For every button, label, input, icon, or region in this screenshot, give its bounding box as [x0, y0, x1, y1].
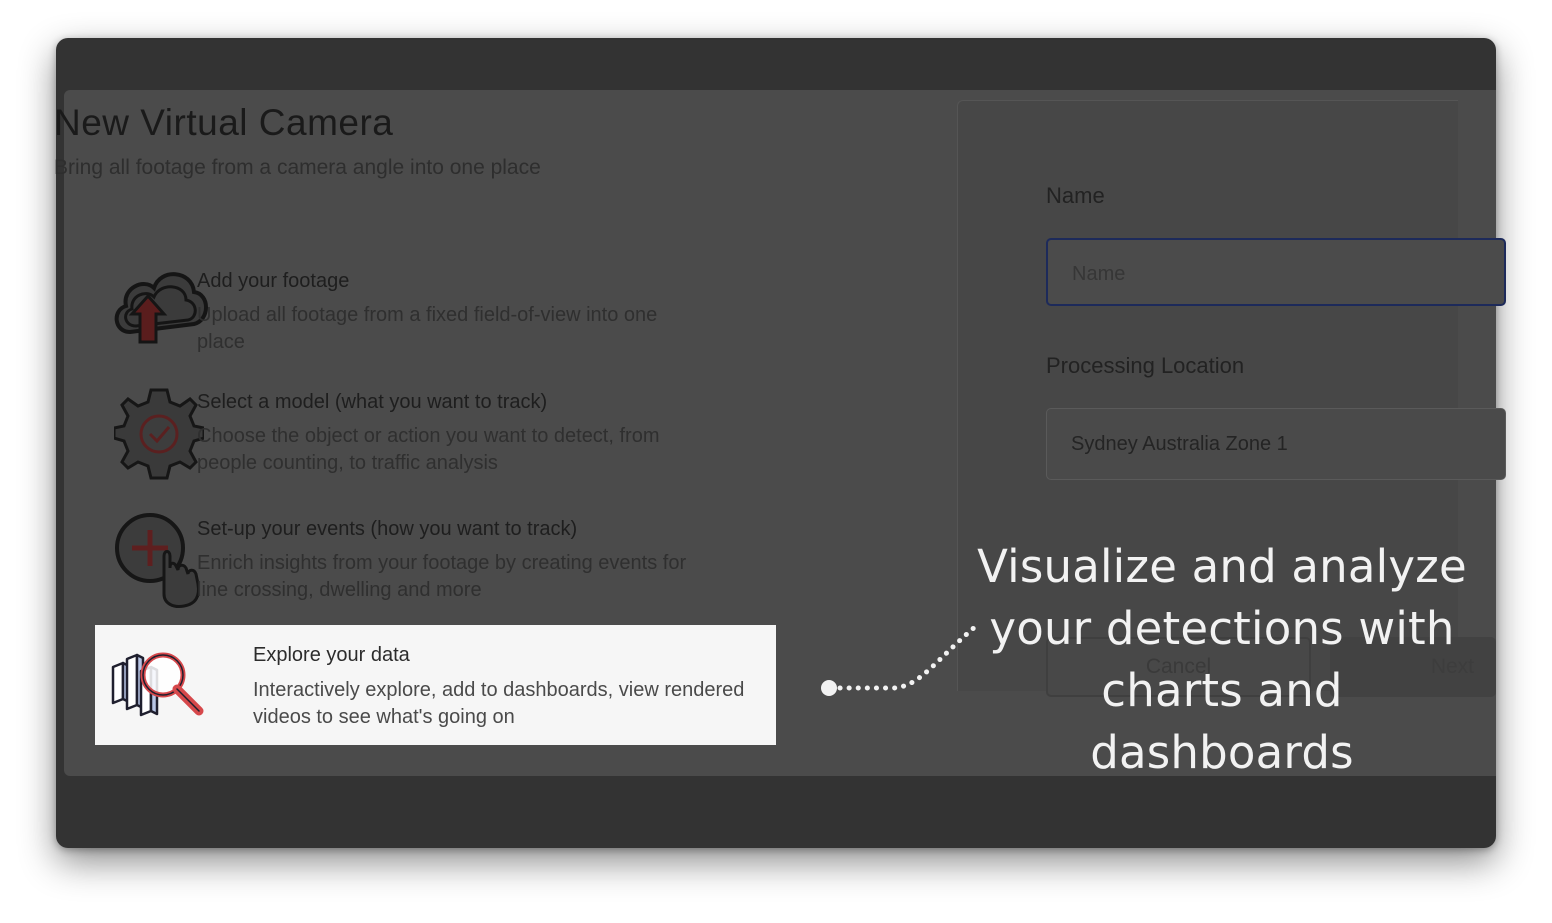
dialog-title: New Virtual Camera [54, 102, 394, 143]
callout-text: Visualize and analyze your detections wi… [968, 536, 1476, 784]
step-description: Interactively explore, add to dashboards… [253, 679, 745, 728]
name-field[interactable] [1046, 238, 1506, 306]
highlighted-step-explore: Explore your data Interactively explore,… [95, 625, 776, 745]
connector-dotted-line [837, 623, 979, 691]
step-heading: Add your footage [197, 270, 350, 292]
add-event-hand-icon [112, 512, 208, 615]
dialog-subtitle: Bring all footage from a camera angle in… [54, 156, 541, 179]
step-description: Enrich insights from your footage by cre… [197, 552, 687, 601]
explore-data-icon [109, 649, 209, 726]
callout-line: your detections with [989, 602, 1455, 655]
step-heading: Select a model (what you want to track) [197, 391, 548, 413]
processing-location-select[interactable]: Sydney Australia Zone 1 [1046, 408, 1506, 480]
step-description: Upload all footage from a fixed field-of… [197, 304, 658, 353]
connector-origin-dot [821, 680, 837, 696]
callout-line: charts and dashboards [1090, 664, 1354, 779]
callout-connector [821, 623, 979, 696]
step-heading: Set-up your events (how you want to trac… [197, 518, 578, 540]
step-description: Choose the object or action you want to … [197, 425, 660, 474]
gear-check-icon [112, 386, 206, 487]
callout-line: Visualize and analyze [977, 540, 1467, 593]
location-label: Processing Location [1046, 353, 1245, 378]
selected-location: Sydney Australia Zone 1 [1071, 433, 1288, 455]
name-label: Name [1046, 183, 1105, 208]
name-input[interactable] [1070, 258, 1474, 290]
step-heading: Explore your data [253, 644, 410, 666]
